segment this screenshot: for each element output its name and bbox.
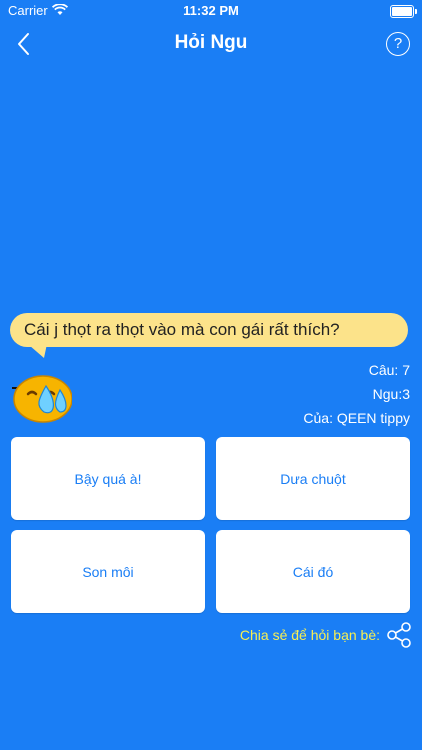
nav-bar: Hỏi Ngu ? — [0, 22, 422, 66]
bubble-tail — [22, 339, 48, 358]
question-text: Cái j thọt ra thọt vào mà con gái rất th… — [24, 320, 340, 339]
answer-label: Son môi — [82, 563, 134, 580]
share-icon[interactable] — [386, 622, 412, 648]
question-bubble: Cái j thọt ra thọt vào mà con gái rất th… — [10, 313, 408, 347]
question-number: Câu: 7 — [368, 362, 410, 378]
status-bar: Carrier 11:32 PM — [0, 0, 422, 22]
answer-label: Dưa chuột — [280, 470, 346, 487]
status-time: 11:32 PM — [183, 3, 239, 18]
dumb-count: Ngu:3 — [372, 386, 410, 402]
answer-label: Cái đó — [292, 563, 334, 580]
answer-button-2[interactable]: Dưa chuột — [216, 437, 410, 520]
answer-button-4[interactable]: Cái đó — [216, 530, 410, 613]
battery-icon — [390, 5, 417, 18]
help-icon[interactable]: ? — [386, 32, 410, 56]
page-title: Hỏi Ngu — [174, 32, 248, 53]
share-label[interactable]: Chia sẻ để hỏi bạn bè: — [240, 627, 380, 643]
question-author: Của: QEEN tippy — [303, 410, 410, 426]
answer-label: Bậy quá à! — [74, 470, 142, 487]
sweat-emoji-icon — [12, 375, 72, 423]
answer-button-3[interactable]: Son môi — [11, 530, 205, 613]
answer-button-1[interactable]: Bậy quá à! — [11, 437, 205, 520]
